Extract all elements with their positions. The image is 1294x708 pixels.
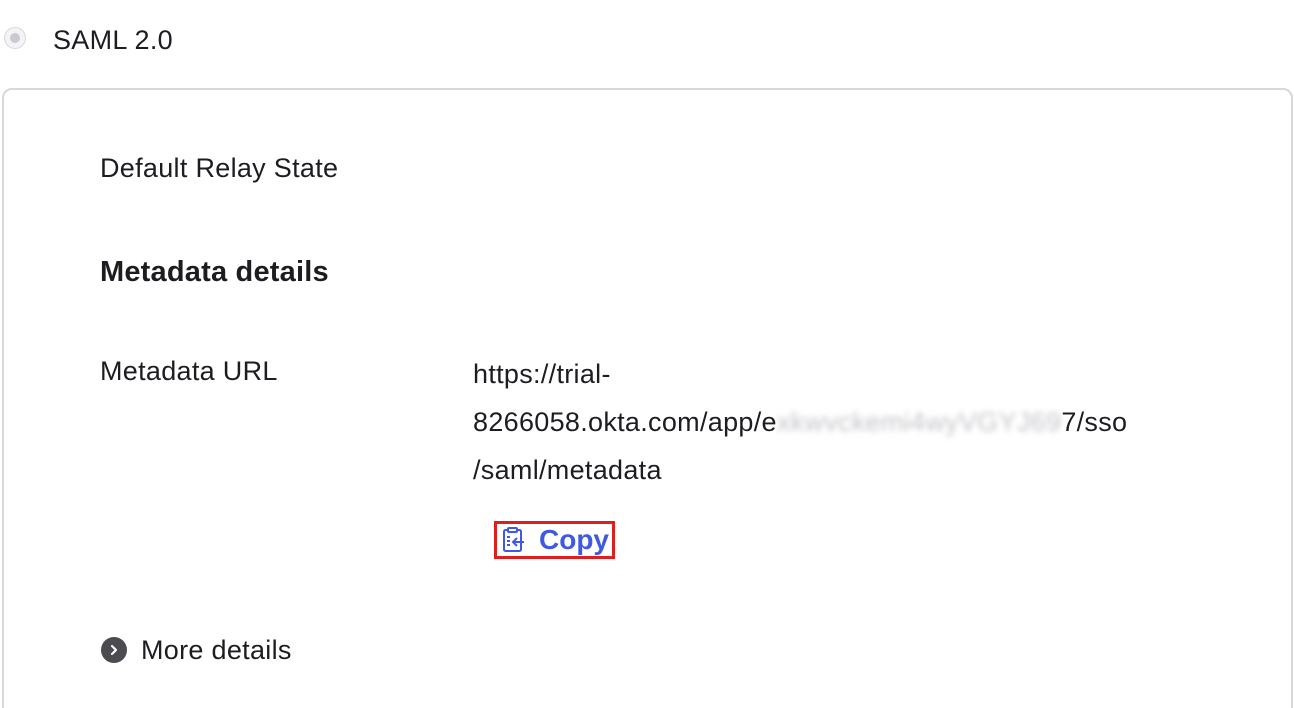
clipboard-icon: [502, 527, 526, 553]
more-details-label: More details: [141, 635, 292, 665]
metadata-url-line-2-suffix: 7/sso: [1061, 407, 1128, 437]
copy-button-label: Copy: [539, 524, 609, 555]
chevron-right-circle-icon: [101, 637, 127, 663]
metadata-url-line-1: https://trial-: [473, 359, 611, 389]
default-relay-state-label: Default Relay State: [100, 153, 339, 183]
metadata-url-value: https://trial- 8266058.okta.com/app/exkw…: [473, 350, 1213, 494]
more-details-toggle[interactable]: More details: [101, 634, 292, 666]
metadata-url-line-2-prefix: 8266058.okta.com/app/e: [473, 407, 777, 437]
metadata-url-label: Metadata URL: [100, 356, 278, 386]
metadata-details-heading: Metadata details: [100, 256, 329, 288]
saml-radio-button[interactable]: [4, 27, 26, 49]
metadata-url-line-3: /saml/metadata: [473, 455, 662, 485]
radio-dot: [10, 33, 20, 43]
copy-metadata-url-button[interactable]: Copy: [494, 521, 615, 559]
metadata-url-redacted: xkwvckemi4wyVGYJ69: [776, 407, 1062, 437]
saml-settings-page: SAML 2.0 Default Relay State Metadata de…: [0, 0, 1294, 708]
metadata-url-line-2: 8266058.okta.com/app/exkwvckemi4wyVGYJ69…: [473, 398, 1213, 446]
saml-radio-label[interactable]: SAML 2.0: [53, 24, 173, 56]
